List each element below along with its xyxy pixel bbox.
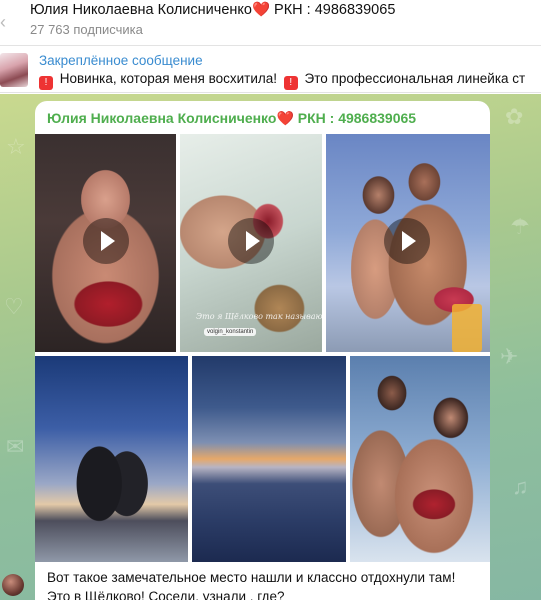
caption-line-2: Это в Щёлково! Соседи, узнали , где? xyxy=(47,589,285,600)
media-video[interactable]: Это я Щёлково так называю volgin_konstan… xyxy=(180,134,322,352)
channel-title[interactable]: Юлия Николаевна Колисниченко❤️ РКН : 498… xyxy=(30,1,395,18)
heart-icon: ❤️ xyxy=(276,110,294,126)
pinned-text-part2: Это профессиональная линейка ст xyxy=(300,71,526,86)
media-photo[interactable] xyxy=(350,356,490,562)
doodle-icon: ✿ xyxy=(505,104,524,129)
pinned-message-bar[interactable]: Закреплённое сообщение ! Новинка, котора… xyxy=(0,47,541,93)
doodle-icon: ✉ xyxy=(6,434,25,459)
play-button-icon[interactable] xyxy=(384,218,430,264)
channel-header: ‹ Юлия Николаевна Колисниченко❤️ РКН : 4… xyxy=(0,0,541,46)
heart-icon: ❤️ xyxy=(251,2,271,18)
pinned-label: Закреплённое сообщение xyxy=(39,53,203,68)
doodle-icon: ☆ xyxy=(6,134,26,159)
sender-avatar[interactable] xyxy=(2,574,24,596)
channel-name: Юлия Николаевна Колисниченко xyxy=(30,2,252,18)
play-button-icon[interactable] xyxy=(83,218,129,264)
message-caption: Вот такое замечательное место нашли и кл… xyxy=(47,568,482,600)
pinned-text: ! Новинка, которая меня восхитила! ! Это… xyxy=(39,71,525,90)
subscriber-count: 27 763 подписчика xyxy=(30,22,143,37)
doodle-icon: ♫ xyxy=(512,474,529,499)
play-button-icon[interactable] xyxy=(228,218,274,264)
doodle-icon: ♡ xyxy=(4,294,24,319)
channel-suffix: РКН : 4986839065 xyxy=(270,2,396,18)
arrow-left-icon[interactable]: ‹ xyxy=(0,10,16,34)
siren-icon: ! xyxy=(283,76,298,90)
chat-area: ✿ ☂ ✈ ♫ ☆ ♡ ✉ Юлия Николаевна Колисничен… xyxy=(0,94,541,600)
media-photo[interactable] xyxy=(35,356,188,562)
message-author[interactable]: Юлия Николаевна Колисниченко❤️ РКН : 498… xyxy=(47,110,416,127)
author-suffix: РКН : 4986839065 xyxy=(293,110,417,126)
video-script-text: Это я Щёлково так называю xyxy=(196,312,322,321)
caption-line-1: Вот такое замечательное место нашли и кл… xyxy=(47,570,456,585)
message-bubble[interactable]: Юлия Николаевна Колисниченко❤️ РКН : 498… xyxy=(35,101,490,600)
pinned-thumbnail xyxy=(0,53,28,87)
doodle-icon: ☂ xyxy=(510,214,530,239)
author-name: Юлия Николаевна Колисниченко xyxy=(47,110,277,126)
pinned-text-part1: Новинка, которая меня восхитила! xyxy=(56,71,278,86)
media-photo[interactable] xyxy=(192,356,346,562)
media-video[interactable] xyxy=(326,134,490,352)
siren-icon: ! xyxy=(39,76,53,90)
doodle-icon: ✈ xyxy=(500,344,519,369)
media-video[interactable] xyxy=(35,134,176,352)
watermark-label: volgin_konstantin xyxy=(204,328,257,336)
